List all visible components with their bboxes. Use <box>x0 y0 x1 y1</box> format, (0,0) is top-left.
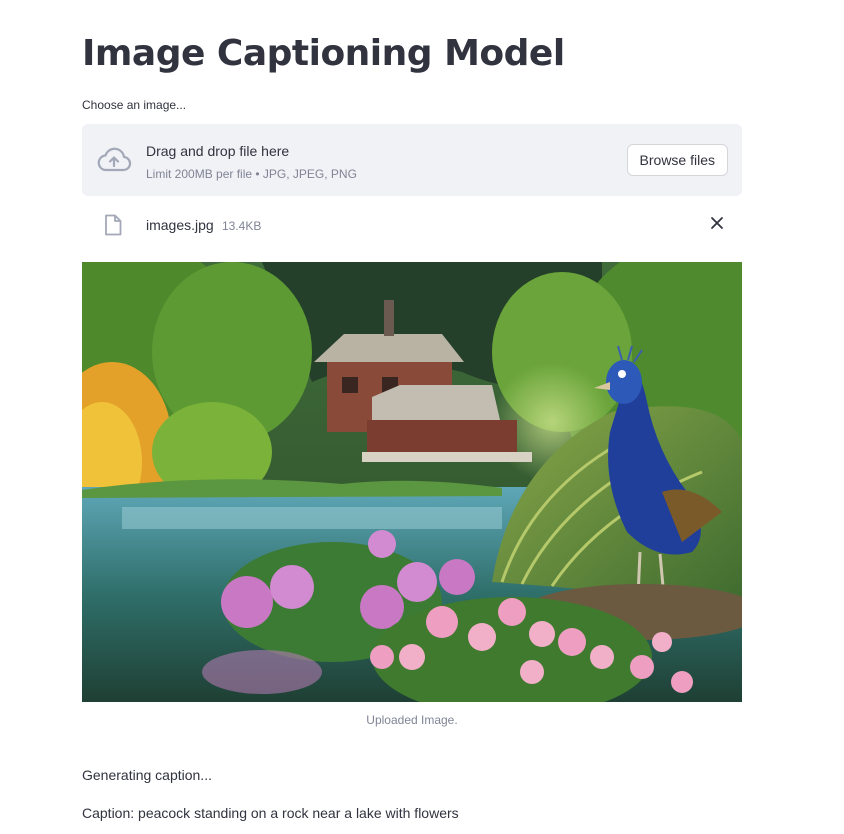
file-uploader-label: Choose an image... <box>82 98 187 112</box>
generated-caption: Caption: peacock standing on a rock near… <box>82 805 459 821</box>
uploaded-file-size: 13.4KB <box>222 219 262 233</box>
cloud-upload-icon <box>97 147 132 172</box>
page-title: Image Captioning Model <box>82 33 565 74</box>
uploaded-image-picture <box>82 262 742 702</box>
file-dropzone[interactable]: Drag and drop file here Limit 200MB per … <box>82 124 742 196</box>
image-caption: Uploaded Image. <box>366 713 458 727</box>
close-icon[interactable] <box>710 216 724 230</box>
uploaded-file-row: images.jpg 13.4KB <box>82 206 742 244</box>
uploaded-file-name: images.jpg <box>146 217 214 233</box>
generation-status: Generating caption... <box>82 767 212 783</box>
dropzone-limit-text: Limit 200MB per file • JPG, JPEG, PNG <box>146 167 357 181</box>
dropzone-instructions: Drag and drop file here <box>146 143 290 159</box>
uploaded-image <box>82 262 742 702</box>
browse-files-button[interactable]: Browse files <box>626 144 728 176</box>
file-icon <box>105 214 122 236</box>
